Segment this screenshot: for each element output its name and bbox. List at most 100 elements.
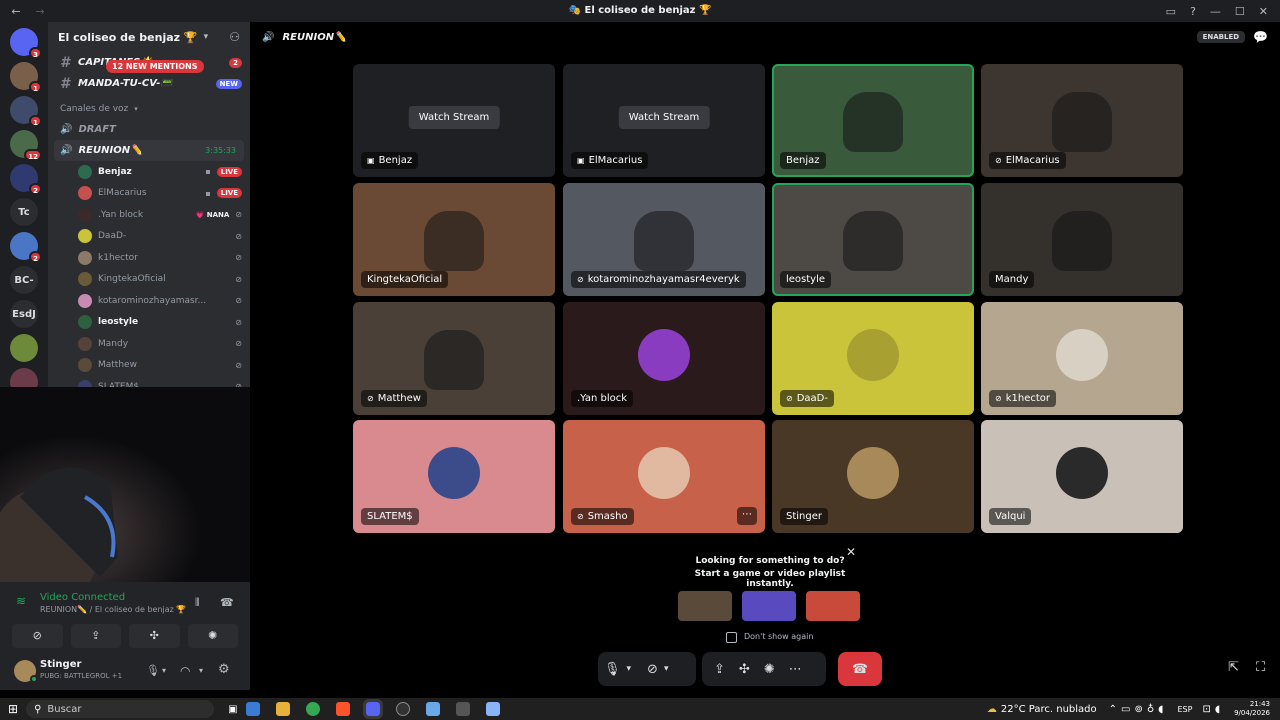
- server-icon-server-bc[interactable]: BC-: [10, 266, 38, 294]
- participant-tile[interactable]: .Yan block: [563, 302, 765, 415]
- participant-tile[interactable]: Mandy: [981, 183, 1183, 296]
- server-icon-server-3[interactable]: 12: [10, 130, 42, 161]
- voice-user[interactable]: Mandy ⊘: [48, 333, 250, 355]
- server-icon-server-2[interactable]: 1: [10, 96, 42, 127]
- inbox-icon[interactable]: ▭: [1166, 5, 1176, 18]
- voice-location[interactable]: REUNION✏️ / El coliseo de benjaz 🏆: [40, 605, 186, 614]
- clock[interactable]: 21:43 9/04/2026: [1234, 700, 1270, 718]
- tray-icons[interactable]: ⊡◖: [1202, 704, 1224, 715]
- leave-call-button[interactable]: ☎: [838, 652, 882, 686]
- settings-gear-icon[interactable]: ⚙: [218, 662, 230, 677]
- voice-channels-header[interactable]: Canales de voz ▾: [48, 98, 250, 119]
- close-window-button[interactable]: ✕: [1259, 5, 1268, 18]
- soundboard-button[interactable]: ✺: [764, 662, 775, 677]
- noise-suppression-icon[interactable]: ⫴: [195, 596, 200, 610]
- brave-icon[interactable]: [335, 702, 350, 716]
- server-icon-server-6[interactable]: [10, 334, 38, 362]
- participant-tile[interactable]: KingtekaOficial: [353, 183, 555, 296]
- participant-tile[interactable]: ⊘ Smasho ⋯: [563, 420, 765, 533]
- chevron-down-icon[interactable]: ▾: [199, 666, 203, 675]
- screen-share-button[interactable]: ⇪: [714, 662, 725, 677]
- participant-tile[interactable]: ⊘ k1hector: [981, 302, 1183, 415]
- activities-button[interactable]: ✣: [739, 662, 750, 677]
- microphone-icon[interactable]: 🎙: [146, 664, 160, 677]
- voice-user[interactable]: Benjaz ▪ LIVE: [48, 161, 250, 183]
- task-view-icon[interactable]: ▣: [228, 704, 237, 715]
- more-options-button[interactable]: ⋯: [737, 507, 757, 525]
- text-channel[interactable]: # MANDA-TU-CV-📟 NEW: [48, 73, 250, 94]
- minimize-button[interactable]: —: [1210, 5, 1221, 18]
- new-mentions-pill[interactable]: 12 NEW MENTIONS: [106, 60, 204, 73]
- back-arrow-icon[interactable]: ←: [8, 5, 24, 18]
- voice-channel[interactable]: 🔊 DRAFT: [48, 119, 250, 140]
- system-tray-icons[interactable]: ⌃▭⊚♁◖: [1109, 704, 1168, 715]
- server-icon-discord-home[interactable]: 3: [10, 28, 42, 59]
- enabled-badge[interactable]: ENABLED: [1196, 31, 1246, 43]
- add-member-icon[interactable]: ⚇: [229, 30, 240, 44]
- voice-user[interactable]: Matthew ⊘: [48, 355, 250, 377]
- activity-thumbnail[interactable]: [678, 591, 732, 621]
- calculator-icon[interactable]: [485, 702, 500, 716]
- chevron-down-icon[interactable]: ▾: [627, 664, 632, 674]
- participant-tile[interactable]: Watch Stream ▣ Benjaz: [353, 64, 555, 177]
- participant-tile[interactable]: Benjaz: [772, 64, 974, 177]
- participant-tile[interactable]: ⊘ kotarominozhayamasr4everyk: [563, 183, 765, 296]
- forward-arrow-icon[interactable]: →: [32, 5, 48, 18]
- participant-tile[interactable]: leostyle: [772, 183, 974, 296]
- soundboard-button[interactable]: ✺: [187, 624, 238, 648]
- participant-tile[interactable]: ⊘ Matthew: [353, 302, 555, 415]
- fullscreen-icon[interactable]: ⛶: [1256, 660, 1265, 675]
- copilot-icon[interactable]: [245, 702, 260, 716]
- app-icon[interactable]: [455, 702, 470, 716]
- windows-start-icon[interactable]: ⊞: [8, 702, 18, 716]
- camera-off-button[interactable]: ⊘: [12, 624, 63, 648]
- watch-stream-button[interactable]: Watch Stream: [408, 106, 500, 129]
- voice-user[interactable]: DaaD- ⊘: [48, 226, 250, 248]
- popout-icon[interactable]: ⇱: [1228, 660, 1239, 675]
- file-explorer-icon[interactable]: [275, 702, 290, 716]
- disconnect-icon[interactable]: ☎: [220, 596, 234, 609]
- discord-icon[interactable]: [362, 699, 383, 719]
- activity-thumbnail[interactable]: [806, 591, 860, 621]
- camera-off-button[interactable]: ⊘: [647, 662, 658, 677]
- chevron-down-icon[interactable]: ▾: [664, 664, 669, 674]
- participant-tile[interactable]: Valqui: [981, 420, 1183, 533]
- server-icon-server-1[interactable]: 1: [10, 62, 42, 93]
- taskbar-search[interactable]: ⚲ Buscar: [26, 700, 215, 718]
- screen-share-button[interactable]: ⇪: [70, 624, 121, 648]
- server-icon-server-tc[interactable]: Tc: [10, 198, 38, 226]
- watch-stream-button[interactable]: Watch Stream: [618, 106, 710, 129]
- language-indicator[interactable]: ESP: [1177, 705, 1192, 714]
- server-header[interactable]: El coliseo de benjaz 🏆 ▾ ⚇: [48, 22, 250, 52]
- server-icon-server-5[interactable]: 2: [10, 232, 42, 263]
- participant-tile[interactable]: Stinger: [772, 420, 974, 533]
- participant-tile[interactable]: ⊘ DaaD-: [772, 302, 974, 415]
- chrome-icon[interactable]: [305, 702, 320, 716]
- voice-user[interactable]: SLATEM$ ⊘: [48, 376, 250, 387]
- voice-channel[interactable]: 🔊 REUNION✏️ 3:35:33: [54, 140, 244, 161]
- help-icon[interactable]: ?: [1190, 5, 1196, 18]
- obs-icon[interactable]: [395, 702, 410, 716]
- voice-user[interactable]: KingtekaOficial ⊘: [48, 269, 250, 291]
- app-icon[interactable]: [425, 702, 440, 716]
- voice-user[interactable]: k1hector ⊘: [48, 247, 250, 269]
- chevron-down-icon[interactable]: ▾: [162, 666, 166, 675]
- maximize-button[interactable]: ☐: [1235, 5, 1245, 18]
- participant-tile[interactable]: SLATEM$: [353, 420, 555, 533]
- dont-show-checkbox[interactable]: [726, 632, 737, 643]
- more-options-button[interactable]: ⋯: [789, 662, 802, 677]
- voice-user[interactable]: ElMacarius ▪ LIVE: [48, 183, 250, 205]
- activity-thumbnail[interactable]: [742, 591, 796, 621]
- participant-tile[interactable]: ⊘ ElMacarius: [981, 64, 1183, 177]
- activities-button[interactable]: ✣: [129, 624, 180, 648]
- server-icon-server-esdj[interactable]: EsdJ: [10, 300, 38, 328]
- chat-icon[interactable]: 💬: [1253, 30, 1268, 44]
- voice-user[interactable]: leostyle ⊘: [48, 312, 250, 334]
- participant-tile[interactable]: Watch Stream ▣ ElMacarius: [563, 64, 765, 177]
- signal-icon[interactable]: ≋: [16, 594, 26, 608]
- weather-text[interactable]: 22°C Parc. nublado: [1001, 704, 1097, 715]
- voice-status[interactable]: Video Connected: [40, 592, 125, 603]
- microphone-button[interactable]: 🎙: [604, 662, 621, 677]
- voice-user[interactable]: kotarominozhayamasr... ⊘: [48, 290, 250, 312]
- headphones-icon[interactable]: ◠: [180, 664, 190, 678]
